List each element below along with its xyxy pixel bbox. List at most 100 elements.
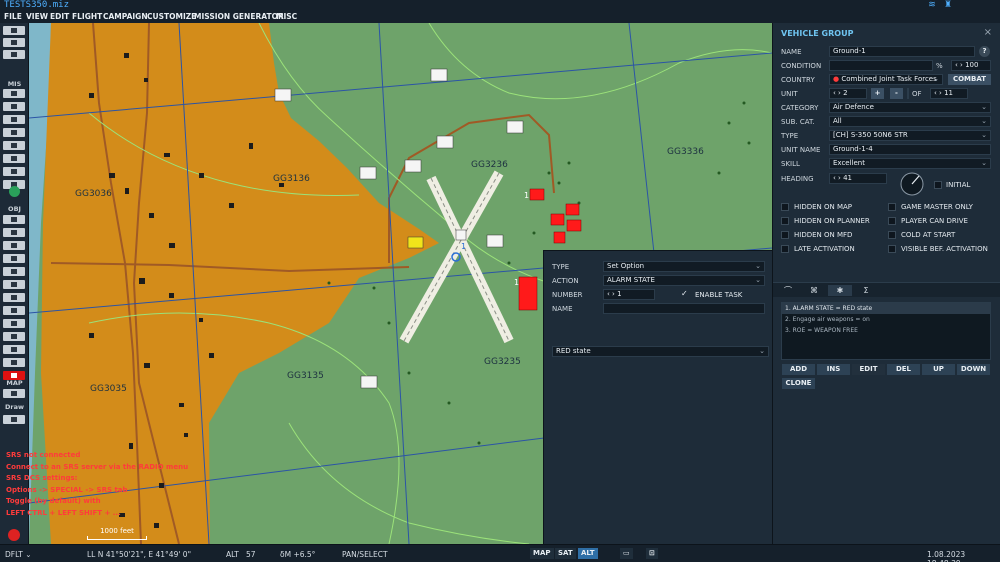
map-mode-button[interactable]: MAP xyxy=(530,548,554,559)
menu-misc[interactable]: MISC xyxy=(276,11,297,23)
toolbar-ring-button[interactable] xyxy=(3,332,25,341)
grid-label: GG3336 xyxy=(667,147,704,157)
srs-icon[interactable] xyxy=(8,529,20,541)
toolbar-helicopter-button[interactable] xyxy=(3,228,25,237)
menu-mission-generator[interactable]: MISSION GENERATOR xyxy=(194,11,284,23)
move-down-button[interactable]: DOWN xyxy=(957,364,990,375)
stepper-arrows-icon[interactable]: ‹ › xyxy=(955,61,963,69)
toolbar-open-button[interactable] xyxy=(3,26,25,35)
visible-before-activation-checkbox[interactable] xyxy=(888,245,896,253)
move-up-button[interactable]: UP xyxy=(922,364,955,375)
game-master-checkbox[interactable] xyxy=(888,203,896,211)
task-number-field[interactable]: ‹ › 1 xyxy=(603,289,655,300)
task-item[interactable]: 2. Engage air weapons = on xyxy=(782,314,990,325)
toolbar-mis-1[interactable] xyxy=(3,89,25,98)
heading-dial[interactable] xyxy=(899,171,925,197)
toolbar-static-button[interactable] xyxy=(3,267,25,276)
toolbar-mis-7[interactable] xyxy=(3,167,25,176)
condition-slider[interactable] xyxy=(829,60,933,71)
toolbar-save-button[interactable] xyxy=(3,38,25,47)
task-action-panel: TYPE Set Option ⌄ ACTION ALARM STATE ⌄ NUM… xyxy=(543,250,772,544)
stepper-arrows-icon[interactable]: ‹ › xyxy=(934,89,942,97)
menu-campaign[interactable]: CAMPAIGN xyxy=(103,11,148,23)
hidden-on-mfd-checkbox[interactable] xyxy=(781,231,789,239)
condition-value: 100 xyxy=(965,61,979,69)
task-action-select[interactable]: ALARM STATE ⌄ xyxy=(603,275,765,286)
remove-unit-button[interactable]: - xyxy=(890,88,903,99)
toolbar-ruler-button[interactable] xyxy=(3,389,25,398)
sat-mode-button[interactable]: SAT xyxy=(555,548,576,559)
alt-mode-button[interactable]: ALT xyxy=(578,548,598,559)
profile-select[interactable]: DFLT ⌄ xyxy=(5,550,32,559)
toolbar-shapes-button[interactable] xyxy=(3,358,25,367)
unit-total-field[interactable]: ‹ › 11 xyxy=(930,88,968,99)
ruler-icon[interactable]: ▭ xyxy=(620,548,633,559)
toolbar-template-button[interactable] xyxy=(3,280,25,289)
subcat-select[interactable]: All ⌄ xyxy=(829,116,991,127)
toolbar-mis-6[interactable] xyxy=(3,154,25,163)
menu-file[interactable]: FILE xyxy=(4,11,22,23)
toolbar-vehicle-button[interactable] xyxy=(3,254,25,263)
late-activation-checkbox[interactable] xyxy=(781,245,789,253)
combat-button[interactable]: COMBAT xyxy=(948,74,991,85)
close-icon[interactable]: × xyxy=(984,27,992,38)
stepper-arrows-icon[interactable]: ‹ › xyxy=(833,89,841,97)
globe-icon[interactable] xyxy=(9,186,20,197)
toolbar-flag-button[interactable] xyxy=(3,415,25,424)
stepper-arrows-icon[interactable]: ‹ › xyxy=(607,290,615,298)
menu-edit[interactable]: EDIT xyxy=(50,11,69,23)
toolbar-plane-button[interactable] xyxy=(3,215,25,224)
task-item[interactable]: 1. ALARM STATE = RED state xyxy=(782,303,990,314)
group-name-field[interactable]: Ground-1 xyxy=(829,46,975,57)
chevron-down-icon: ⌄ xyxy=(759,347,765,355)
unit-field[interactable]: ‹ › 2 xyxy=(829,88,867,99)
skill-select[interactable]: Excellent ⌄ xyxy=(829,158,991,169)
toolbar-zone-button[interactable] xyxy=(3,293,25,302)
add-task-button[interactable]: ADD xyxy=(782,364,815,375)
category-select[interactable]: Air Defence ⌄ xyxy=(829,102,991,113)
hidden-on-planner-checkbox[interactable] xyxy=(781,217,789,225)
insert-task-button[interactable]: INS xyxy=(817,364,850,375)
hidden-on-map-checkbox[interactable] xyxy=(781,203,789,211)
toolbar-target-button[interactable] xyxy=(3,319,25,328)
toolbar-ship-button[interactable] xyxy=(3,241,25,250)
summary-tab-icon[interactable]: Σ xyxy=(854,285,878,296)
menu-flight[interactable]: FLIGHT xyxy=(72,11,102,23)
unitname-field[interactable]: Ground-1-4 xyxy=(829,144,991,155)
stepper-arrows-icon[interactable]: ‹ › xyxy=(833,174,841,182)
toolbar-draw-button[interactable]: Draw xyxy=(0,403,29,411)
toolbar-coalition-button[interactable] xyxy=(3,345,25,354)
screenshot-icon[interactable]: ⊡ xyxy=(646,548,658,559)
task-type-select[interactable]: Set Option ⌄ xyxy=(603,261,765,272)
heading-field[interactable]: ‹ › 41 xyxy=(829,173,887,184)
toolbar-mis-3[interactable] xyxy=(3,115,25,124)
add-unit-button[interactable]: + xyxy=(871,88,884,99)
clone-task-button[interactable]: CLONE xyxy=(782,378,815,389)
number-label: NUMBER xyxy=(552,291,583,299)
task-name-field[interactable] xyxy=(603,303,765,314)
menu-view[interactable]: VIEW xyxy=(26,11,48,23)
type-select[interactable]: [CH] S-350 50N6 STR ⌄ xyxy=(829,130,991,141)
tasks-tab-icon[interactable]: ✱ xyxy=(828,285,852,296)
toolbar-weather-button[interactable] xyxy=(3,102,25,111)
help-icon[interactable]: ? xyxy=(979,46,990,57)
category-label: CATEGORY xyxy=(781,104,819,112)
condition-field[interactable]: ‹ › 100 xyxy=(951,60,991,71)
delete-task-button[interactable]: DEL xyxy=(887,364,920,375)
country-select[interactable]: ● Combined Joint Task Forces ⌄ xyxy=(829,74,943,85)
toolbar-mis-4[interactable] xyxy=(3,128,25,137)
toolbar-nav-button[interactable] xyxy=(3,306,25,315)
unit-label: 1 xyxy=(461,242,467,251)
toolbar-mis-5[interactable] xyxy=(3,141,25,150)
edit-task-button[interactable]: EDIT xyxy=(852,364,885,375)
payload-tab-icon[interactable]: ⌘ xyxy=(802,285,826,296)
route-tab-icon[interactable]: ⌒ xyxy=(776,285,800,296)
menu-customize[interactable]: CUSTOMIZE xyxy=(147,11,196,23)
task-value-select[interactable]: RED state ⌄ xyxy=(552,346,769,357)
toolbar-savexs-button[interactable] xyxy=(3,50,25,59)
checkmark-icon[interactable]: ✓ xyxy=(681,289,688,298)
initial-checkbox[interactable] xyxy=(934,181,942,189)
task-item[interactable]: 3. ROE = WEAPON FREE xyxy=(782,325,990,336)
cold-at-start-checkbox[interactable] xyxy=(888,231,896,239)
player-can-drive-checkbox[interactable] xyxy=(888,217,896,225)
